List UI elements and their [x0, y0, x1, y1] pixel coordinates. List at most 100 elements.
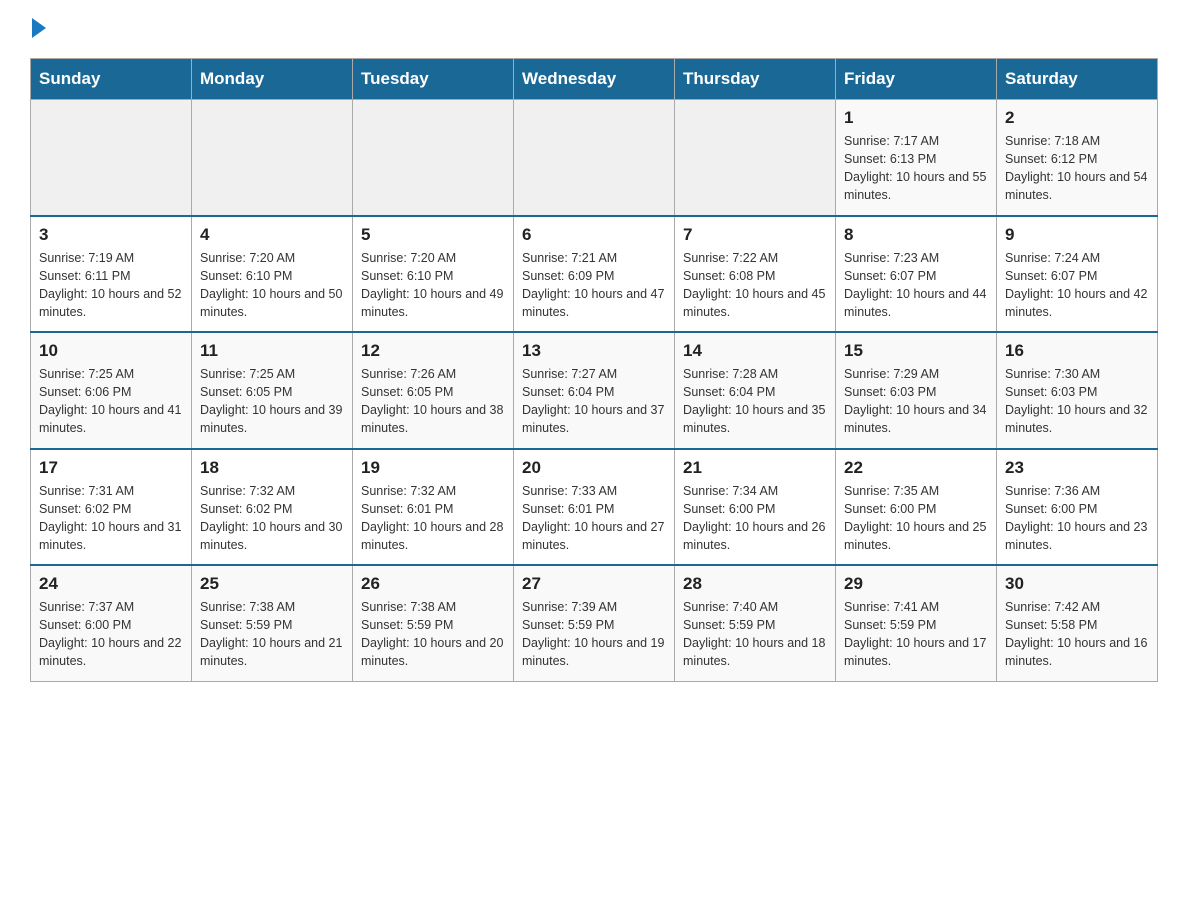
day-info: Sunrise: 7:39 AM Sunset: 5:59 PM Dayligh… — [522, 598, 666, 671]
page-header — [30, 20, 1158, 38]
calendar-cell: 1 Sunrise: 7:17 AM Sunset: 6:13 PM Daylig… — [836, 100, 997, 216]
day-number: 5 — [361, 225, 505, 245]
day-info: Sunrise: 7:38 AM Sunset: 5:59 PM Dayligh… — [200, 598, 344, 671]
calendar-week-3: 10 Sunrise: 7:25 AM Sunset: 6:06 PM Dayli… — [31, 332, 1158, 449]
day-header-wednesday: Wednesday — [514, 59, 675, 100]
day-info: Sunrise: 7:25 AM Sunset: 6:05 PM Dayligh… — [200, 365, 344, 438]
calendar-cell — [353, 100, 514, 216]
day-info: Sunrise: 7:26 AM Sunset: 6:05 PM Dayligh… — [361, 365, 505, 438]
day-info: Sunrise: 7:38 AM Sunset: 5:59 PM Dayligh… — [361, 598, 505, 671]
calendar-cell: 4 Sunrise: 7:20 AM Sunset: 6:10 PM Daylig… — [192, 216, 353, 333]
day-info: Sunrise: 7:25 AM Sunset: 6:06 PM Dayligh… — [39, 365, 183, 438]
calendar-cell: 18 Sunrise: 7:32 AM Sunset: 6:02 PM Dayli… — [192, 449, 353, 566]
day-number: 25 — [200, 574, 344, 594]
day-number: 14 — [683, 341, 827, 361]
calendar-cell: 19 Sunrise: 7:32 AM Sunset: 6:01 PM Dayli… — [353, 449, 514, 566]
day-number: 16 — [1005, 341, 1149, 361]
calendar-cell: 20Sunrise: 7:33 AM Sunset: 6:01 PM Dayli… — [514, 449, 675, 566]
day-info: Sunrise: 7:42 AM Sunset: 5:58 PM Dayligh… — [1005, 598, 1149, 671]
day-number: 4 — [200, 225, 344, 245]
calendar-cell: 28 Sunrise: 7:40 AM Sunset: 5:59 PM Dayli… — [675, 565, 836, 681]
calendar-cell: 23Sunrise: 7:36 AM Sunset: 6:00 PM Dayli… — [997, 449, 1158, 566]
day-number: 9 — [1005, 225, 1149, 245]
day-number: 17 — [39, 458, 183, 478]
day-number: 30 — [1005, 574, 1149, 594]
calendar-cell: 3 Sunrise: 7:19 AM Sunset: 6:11 PM Daylig… — [31, 216, 192, 333]
day-number: 19 — [361, 458, 505, 478]
day-info: Sunrise: 7:20 AM Sunset: 6:10 PM Dayligh… — [200, 249, 344, 322]
calendar-cell: 26 Sunrise: 7:38 AM Sunset: 5:59 PM Dayli… — [353, 565, 514, 681]
day-info: Sunrise: 7:31 AM Sunset: 6:02 PM Dayligh… — [39, 482, 183, 555]
day-info: Sunrise: 7:24 AM Sunset: 6:07 PM Dayligh… — [1005, 249, 1149, 322]
day-info: Sunrise: 7:34 AM Sunset: 6:00 PM Dayligh… — [683, 482, 827, 555]
day-header-friday: Friday — [836, 59, 997, 100]
day-info: Sunrise: 7:18 AM Sunset: 6:12 PM Dayligh… — [1005, 132, 1149, 205]
day-number: 23 — [1005, 458, 1149, 478]
day-info: Sunrise: 7:40 AM Sunset: 5:59 PM Dayligh… — [683, 598, 827, 671]
day-info: Sunrise: 7:20 AM Sunset: 6:10 PM Dayligh… — [361, 249, 505, 322]
calendar-cell: 30 Sunrise: 7:42 AM Sunset: 5:58 PM Dayli… — [997, 565, 1158, 681]
day-info: Sunrise: 7:23 AM Sunset: 6:07 PM Dayligh… — [844, 249, 988, 322]
calendar-cell: 27 Sunrise: 7:39 AM Sunset: 5:59 PM Dayli… — [514, 565, 675, 681]
day-info: Sunrise: 7:32 AM Sunset: 6:01 PM Dayligh… — [361, 482, 505, 555]
day-info: Sunrise: 7:22 AM Sunset: 6:08 PM Dayligh… — [683, 249, 827, 322]
day-number: 3 — [39, 225, 183, 245]
day-info: Sunrise: 7:30 AM Sunset: 6:03 PM Dayligh… — [1005, 365, 1149, 438]
calendar-cell: 15Sunrise: 7:29 AM Sunset: 6:03 PM Dayli… — [836, 332, 997, 449]
calendar-cell: 14Sunrise: 7:28 AM Sunset: 6:04 PM Dayli… — [675, 332, 836, 449]
calendar-cell: 21 Sunrise: 7:34 AM Sunset: 6:00 PM Dayli… — [675, 449, 836, 566]
day-header-tuesday: Tuesday — [353, 59, 514, 100]
calendar-cell: 16 Sunrise: 7:30 AM Sunset: 6:03 PM Dayli… — [997, 332, 1158, 449]
day-info: Sunrise: 7:37 AM Sunset: 6:00 PM Dayligh… — [39, 598, 183, 671]
day-info: Sunrise: 7:21 AM Sunset: 6:09 PM Dayligh… — [522, 249, 666, 322]
day-info: Sunrise: 7:19 AM Sunset: 6:11 PM Dayligh… — [39, 249, 183, 322]
day-number: 13 — [522, 341, 666, 361]
day-number: 8 — [844, 225, 988, 245]
calendar-week-2: 3 Sunrise: 7:19 AM Sunset: 6:11 PM Daylig… — [31, 216, 1158, 333]
day-number: 1 — [844, 108, 988, 128]
calendar-cell: 25 Sunrise: 7:38 AM Sunset: 5:59 PM Dayli… — [192, 565, 353, 681]
calendar-week-5: 24 Sunrise: 7:37 AM Sunset: 6:00 PM Dayli… — [31, 565, 1158, 681]
day-info: Sunrise: 7:33 AM Sunset: 6:01 PM Dayligh… — [522, 482, 666, 555]
calendar-cell: 2Sunrise: 7:18 AM Sunset: 6:12 PM Daylig… — [997, 100, 1158, 216]
logo — [30, 20, 46, 38]
day-number: 11 — [200, 341, 344, 361]
day-number: 22 — [844, 458, 988, 478]
calendar-cell — [675, 100, 836, 216]
day-number: 7 — [683, 225, 827, 245]
calendar-cell: 17 Sunrise: 7:31 AM Sunset: 6:02 PM Dayli… — [31, 449, 192, 566]
calendar-table: SundayMondayTuesdayWednesdayThursdayFrid… — [30, 58, 1158, 682]
day-info: Sunrise: 7:17 AM Sunset: 6:13 PM Dayligh… — [844, 132, 988, 205]
calendar-cell: 13 Sunrise: 7:27 AM Sunset: 6:04 PM Dayli… — [514, 332, 675, 449]
calendar-week-1: 1 Sunrise: 7:17 AM Sunset: 6:13 PM Daylig… — [31, 100, 1158, 216]
day-header-sunday: Sunday — [31, 59, 192, 100]
day-number: 6 — [522, 225, 666, 245]
calendar-cell — [31, 100, 192, 216]
day-number: 21 — [683, 458, 827, 478]
day-number: 12 — [361, 341, 505, 361]
day-number: 29 — [844, 574, 988, 594]
day-header-saturday: Saturday — [997, 59, 1158, 100]
day-number: 24 — [39, 574, 183, 594]
calendar-cell: 29Sunrise: 7:41 AM Sunset: 5:59 PM Dayli… — [836, 565, 997, 681]
calendar-cell — [192, 100, 353, 216]
calendar-cell: 22 Sunrise: 7:35 AM Sunset: 6:00 PM Dayli… — [836, 449, 997, 566]
day-info: Sunrise: 7:32 AM Sunset: 6:02 PM Dayligh… — [200, 482, 344, 555]
calendar-week-4: 17 Sunrise: 7:31 AM Sunset: 6:02 PM Dayli… — [31, 449, 1158, 566]
logo-triangle-icon — [32, 18, 46, 38]
day-header-monday: Monday — [192, 59, 353, 100]
calendar-cell: 6 Sunrise: 7:21 AM Sunset: 6:09 PM Daylig… — [514, 216, 675, 333]
day-number: 28 — [683, 574, 827, 594]
day-number: 18 — [200, 458, 344, 478]
calendar-cell: 8 Sunrise: 7:23 AM Sunset: 6:07 PM Daylig… — [836, 216, 997, 333]
day-number: 27 — [522, 574, 666, 594]
day-number: 15 — [844, 341, 988, 361]
calendar-cell: 24 Sunrise: 7:37 AM Sunset: 6:00 PM Dayli… — [31, 565, 192, 681]
day-info: Sunrise: 7:27 AM Sunset: 6:04 PM Dayligh… — [522, 365, 666, 438]
calendar-cell: 10 Sunrise: 7:25 AM Sunset: 6:06 PM Dayli… — [31, 332, 192, 449]
day-info: Sunrise: 7:35 AM Sunset: 6:00 PM Dayligh… — [844, 482, 988, 555]
calendar-cell — [514, 100, 675, 216]
day-number: 10 — [39, 341, 183, 361]
day-number: 26 — [361, 574, 505, 594]
calendar-cell: 11 Sunrise: 7:25 AM Sunset: 6:05 PM Dayli… — [192, 332, 353, 449]
